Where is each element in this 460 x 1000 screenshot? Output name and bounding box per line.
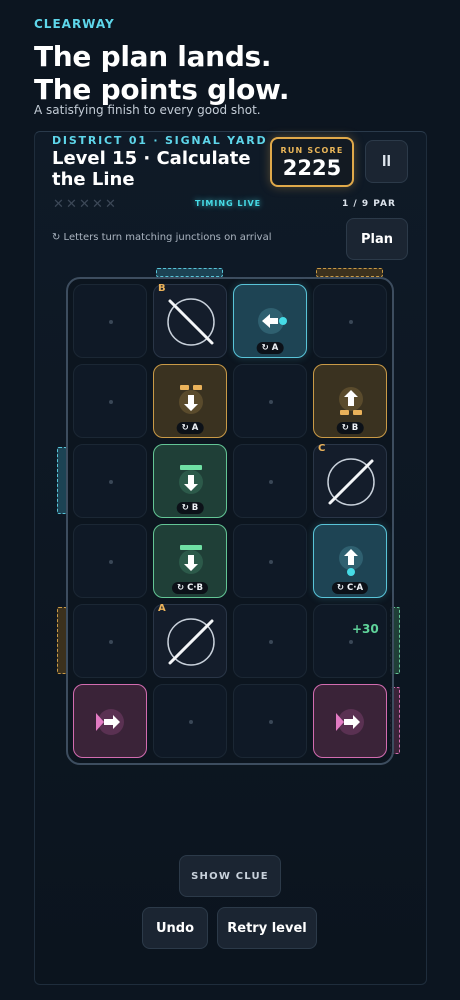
brand-label: CLEARWAY	[34, 17, 115, 31]
cell-dot	[269, 560, 273, 564]
mirror-tile-c[interactable]: C	[313, 443, 387, 518]
retry-level-button[interactable]: Retry level	[217, 907, 317, 949]
cell-dot	[349, 640, 353, 644]
board-cell-empty[interactable]	[313, 284, 387, 358]
board-cell-empty[interactable]	[233, 444, 307, 518]
launcher-tile-right[interactable]	[313, 684, 387, 758]
cell-dot	[109, 480, 113, 484]
emitter-tile-left[interactable]: ↻ A	[233, 284, 307, 358]
star-icon: ✕	[53, 197, 64, 212]
star-icon: ✕	[105, 197, 116, 212]
headline-line-2: The points glow.	[34, 73, 290, 106]
cell-dot	[269, 480, 273, 484]
level-title: Level 15 · Calculate the Line	[52, 148, 251, 190]
launcher-right-icon	[336, 709, 364, 735]
pause-button[interactable]: II	[365, 140, 408, 183]
star-icon: ✕	[79, 197, 90, 212]
star-rating: ✕ ✕ ✕ ✕ ✕	[53, 197, 116, 212]
run-score-value: 2225	[282, 156, 342, 180]
run-score-label: RUN SCORE	[280, 146, 344, 155]
mirror-tile-a[interactable]: A	[153, 603, 227, 678]
cell-dot	[189, 720, 193, 724]
rotation-tag: ↻ C·B	[171, 582, 209, 594]
cell-dot	[349, 320, 353, 324]
headline-line-1: The plan lands.	[34, 40, 272, 73]
arrow-tile-down-gold[interactable]: ↻ A	[153, 364, 227, 438]
board-cell-empty[interactable]	[233, 684, 307, 758]
launcher-tile-right[interactable]	[73, 684, 147, 758]
mirror-tile-b[interactable]: B	[153, 283, 227, 358]
par-counter: 1 / 9 PAR	[342, 199, 396, 209]
rotation-tag: ↻ A	[176, 422, 204, 434]
cell-dot	[269, 720, 273, 724]
arrow-tile-up-blue[interactable]: ↻ C·A	[313, 524, 387, 598]
timing-status: TIMING LIVE	[195, 199, 262, 208]
board-cell-empty[interactable]	[153, 684, 227, 758]
star-icon: ✕	[66, 197, 77, 212]
board-cell-empty[interactable]	[73, 524, 147, 598]
gate-top-blue	[156, 268, 223, 277]
board-cell-empty[interactable]	[73, 284, 147, 358]
cell-dot	[109, 640, 113, 644]
board-cell-empty[interactable]	[233, 364, 307, 438]
tagline: A satisfying finish to every good shot.	[34, 103, 261, 117]
cell-dot	[269, 400, 273, 404]
district-label: DISTRICT 01 · SIGNAL YARD	[52, 134, 268, 147]
show-clue-button[interactable]: SHOW CLUE	[179, 855, 281, 897]
cell-dot	[109, 560, 113, 564]
plan-button[interactable]: Plan	[346, 218, 408, 260]
headline: The plan lands. The points glow.	[34, 40, 289, 106]
arrow-tile-up-gold[interactable]: ↻ B	[313, 364, 387, 438]
launcher-right-icon	[96, 709, 124, 735]
cell-dot	[269, 640, 273, 644]
rotation-tag: ↻ B	[176, 502, 204, 514]
board-cell-empty[interactable]	[233, 604, 307, 678]
rotation-tag: ↻ B	[336, 422, 364, 434]
board-cell-empty[interactable]	[73, 364, 147, 438]
hint-text: ↻ Letters turn matching junctions on arr…	[52, 232, 272, 243]
cell-dot	[109, 400, 113, 404]
gate-top-gold	[316, 268, 383, 277]
arrow-tile-down-green[interactable]: ↻ C·B	[153, 524, 227, 598]
star-icon: ✕	[92, 197, 103, 212]
arrow-tile-down-green[interactable]: ↻ B	[153, 444, 227, 518]
rotation-tag: ↻ C·A	[331, 582, 369, 594]
board-cell-empty[interactable]	[73, 444, 147, 518]
bonus-points: +30	[352, 622, 379, 636]
mirror-slash-icon	[167, 618, 215, 666]
rotation-tag: ↻ A	[256, 342, 284, 354]
mirror-backslash-icon	[167, 298, 215, 346]
board-cell-empty[interactable]	[233, 524, 307, 598]
bonus-cell[interactable]: +30	[313, 604, 387, 678]
board-cell-empty[interactable]	[73, 604, 147, 678]
mirror-slash-icon	[327, 458, 375, 506]
run-score-box: RUN SCORE 2225	[270, 137, 354, 187]
cell-dot	[109, 320, 113, 324]
undo-button[interactable]: Undo	[142, 907, 208, 949]
